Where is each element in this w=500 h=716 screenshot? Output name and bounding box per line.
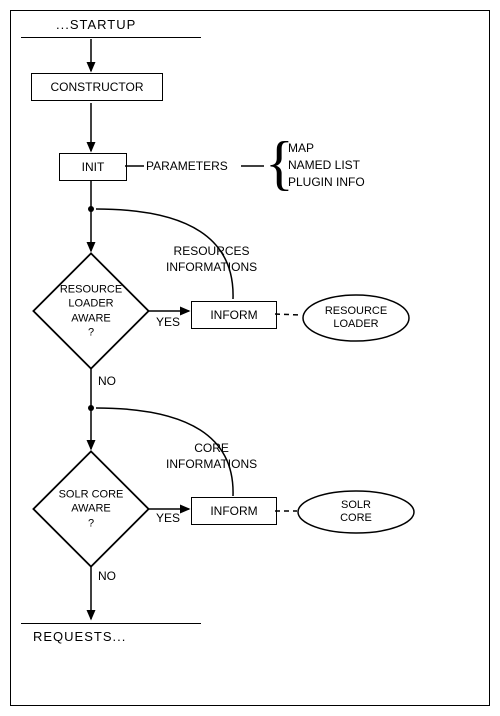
requests-rule	[21, 623, 201, 624]
solr-core-ellipse: SOLR CORE	[296, 489, 416, 535]
solr-core-aware-text: SOLR CORE AWARE ?	[31, 488, 151, 531]
init-node: INIT	[59, 153, 127, 181]
flowchart-frame: ...STARTUP CONSTRUCTOR INIT PARAMETERS {…	[10, 10, 490, 706]
resource-loader-text: RESOURCE LOADER	[325, 305, 387, 331]
resource-loader-ellipse: RESOURCE LOADER	[301, 293, 411, 343]
yes-label-2: YES	[156, 511, 180, 525]
solr-core-aware-decision: SOLR CORE AWARE ?	[31, 449, 151, 569]
constructor-node: CONSTRUCTOR	[31, 73, 163, 101]
requests-label: REQUESTS...	[33, 629, 126, 644]
inform1-node: INFORM	[191, 301, 277, 329]
param-item-1: NAMED LIST	[288, 158, 360, 172]
param-items: MAP NAMED LIST PLUGIN INFO	[288, 140, 365, 190]
solr-core-text: SOLR CORE	[326, 499, 386, 525]
start-label: ...STARTUP	[56, 17, 136, 32]
resource-aware-text: RESOURCE LOADER AWARE ?	[31, 282, 151, 339]
inform2-text: INFORM	[210, 504, 257, 518]
param-item-2: PLUGIN INFO	[288, 175, 365, 189]
resource-aware-decision: RESOURCE LOADER AWARE ?	[31, 251, 151, 371]
core-info-label: CORE INFORMATIONS	[166, 441, 257, 472]
resources-info-label: RESOURCES INFORMATIONS	[166, 244, 257, 275]
inform1-text: INFORM	[210, 308, 257, 322]
no-label-1: NO	[98, 374, 116, 388]
constructor-text: CONSTRUCTOR	[50, 80, 143, 94]
no-label-2: NO	[98, 569, 116, 583]
init-text: INIT	[82, 160, 105, 174]
start-rule	[21, 37, 201, 38]
parameters-label: PARAMETERS	[146, 159, 228, 173]
param-item-0: MAP	[288, 141, 314, 155]
inform2-node: INFORM	[191, 497, 277, 525]
yes-label-1: YES	[156, 315, 180, 329]
